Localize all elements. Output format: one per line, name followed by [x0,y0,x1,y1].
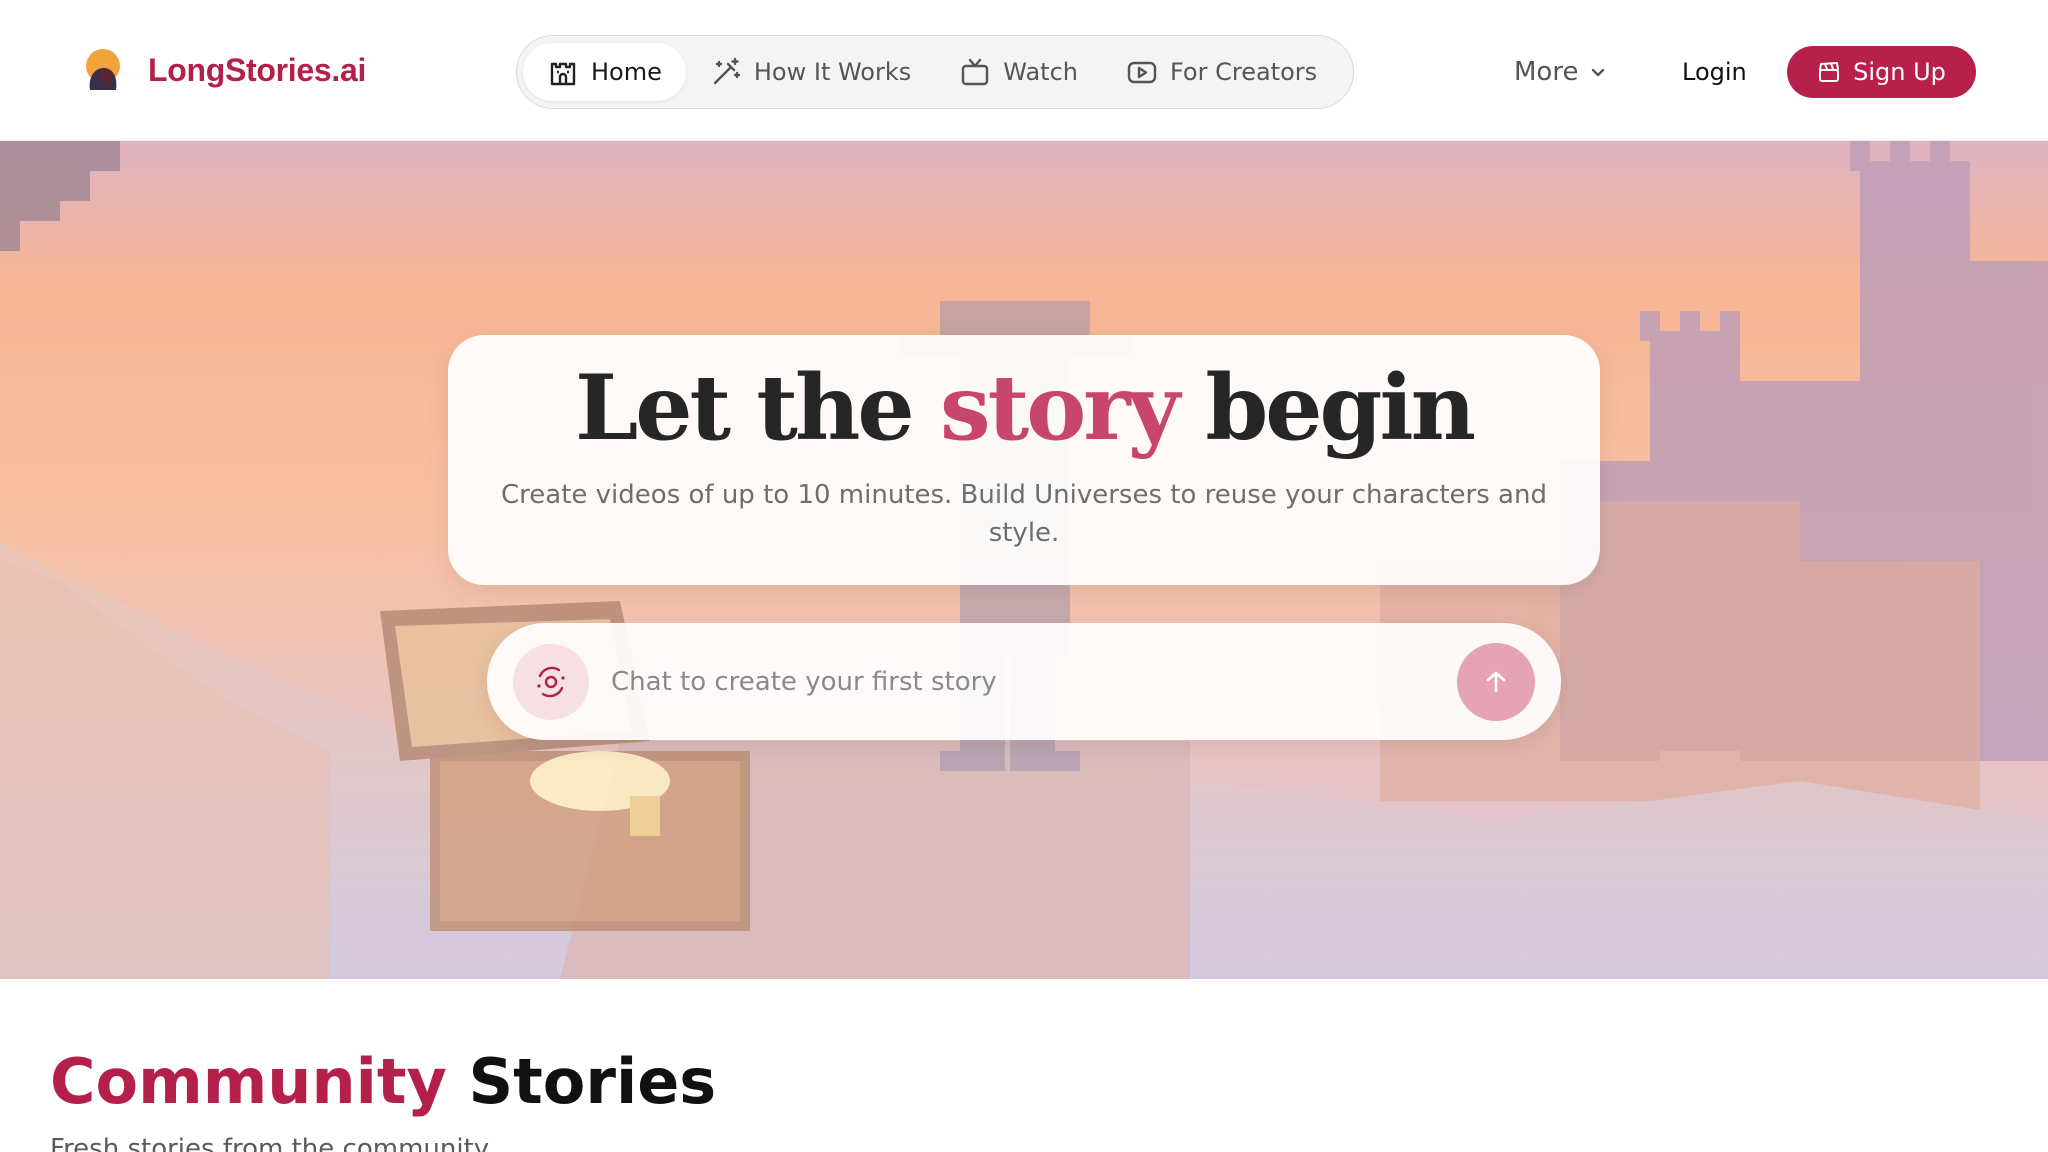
community-title: Community Stories [50,1045,716,1118]
play-square-icon [1127,61,1157,84]
castle-icon [550,62,576,86]
magic-wand-icon [713,57,741,85]
login-button[interactable]: Login [1682,52,1747,92]
arrow-up-icon [1486,671,1506,693]
more-menu-button[interactable]: More [1514,52,1608,92]
brand-logo-link[interactable]: LongStories.ai [80,46,366,94]
logo-mark-icon [86,49,120,90]
nav-label-watch: Watch [1003,58,1078,86]
sign-up-label: Sign Up [1853,58,1946,86]
chat-input[interactable] [611,657,1411,707]
nav-item-for-creators[interactable]: For Creators [1102,43,1341,101]
orbit-icon [537,666,565,698]
nav-item-watch[interactable]: Watch [935,43,1102,101]
send-button[interactable] [1457,643,1535,721]
hero-subtitle: Create videos of up to 10 minutes. Build… [501,480,1547,548]
tv-icon [962,58,989,86]
more-label: More [1514,57,1579,87]
community-title-accent: Community [50,1045,447,1118]
community-subtitle: Fresh stories from the community [50,1134,490,1152]
top-header: LongStories.ai Home How It Works Watch F… [0,0,2048,141]
nav-label-home: Home [591,58,662,86]
nav-item-home[interactable]: Home [523,43,686,101]
hero-title-card: Let the story begin Create videos of up … [448,335,1600,585]
hero-title-before: Let the [574,355,940,461]
chevron-down-icon [1592,68,1605,77]
community-title-rest: Stories [446,1045,717,1118]
chat-composer [487,623,1561,740]
hero-title: Let the story begin [448,355,1600,461]
main-nav: Home How It Works Watch For Creators [516,35,1354,109]
hero-section: Let the story begin Create videos of up … [0,141,2048,979]
hero-title-after: begin [1176,355,1476,461]
nav-label-how-it-works: How It Works [753,58,912,86]
brand-name: LongStories.ai [148,51,367,88]
nav-label-for-creators: For Creators [1169,58,1318,86]
sign-up-button[interactable]: Sign Up [1787,46,1976,98]
hero-title-accent: story [940,355,1180,461]
clapperboard-icon [1819,62,1840,82]
nav-item-how-it-works[interactable]: How It Works [686,43,935,101]
universe-button[interactable] [513,644,589,720]
